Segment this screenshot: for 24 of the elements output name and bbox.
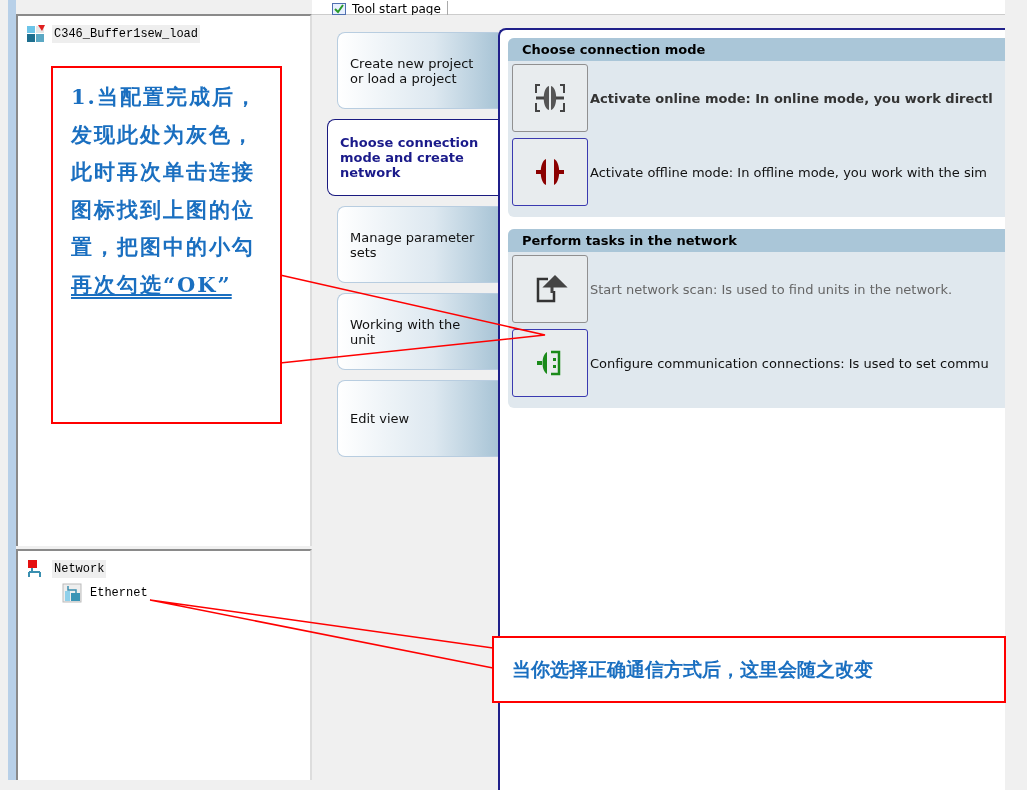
tree-item[interactable]: C346_Buffer1sew_load	[52, 25, 201, 43]
section-title: Choose connection mode	[508, 38, 1005, 61]
nav-tab[interactable]: Working with the unit	[337, 293, 498, 370]
connection-button[interactable]	[512, 329, 588, 397]
ethernet-icon	[62, 583, 82, 603]
action-description: Activate offline mode: In offline mode, you work with the sim	[590, 164, 987, 180]
checkmark-icon	[332, 3, 346, 15]
tab-label: Tool start page	[352, 3, 441, 15]
section-title: Perform tasks in the network	[508, 229, 1005, 252]
action-description: Start network scan: Is used to find units in the network.	[590, 281, 953, 297]
annotation-text: 1.当配置完成后，发现此处为灰色，此时再次单击连接图标找到上图的位置，把图中的小勾 再次勾选“OK”	[71, 83, 259, 299]
annotation-text: 当你选择正确通信方式后，这里会随之改变	[512, 656, 873, 682]
nav-tab[interactable]: Edit view	[337, 380, 498, 457]
tree-item[interactable]: Ethernet	[88, 584, 150, 602]
nav-tab[interactable]: Manage parameter sets	[337, 206, 498, 283]
connection-button[interactable]	[512, 64, 588, 132]
connection-button[interactable]	[512, 138, 588, 206]
action-description: Configure communication connections: Is used to set commu	[590, 355, 989, 371]
nav-tab[interactable]: Choose connection mode and create network	[327, 119, 498, 196]
tree-item[interactable]: Network	[52, 560, 107, 578]
nav-tab[interactable]: Create new project or load a project	[337, 32, 498, 109]
project-icon	[26, 24, 46, 44]
action-description: Activate online mode: In online mode, you work directl	[590, 90, 993, 106]
document-tab[interactable]: Tool start page	[326, 1, 448, 15]
